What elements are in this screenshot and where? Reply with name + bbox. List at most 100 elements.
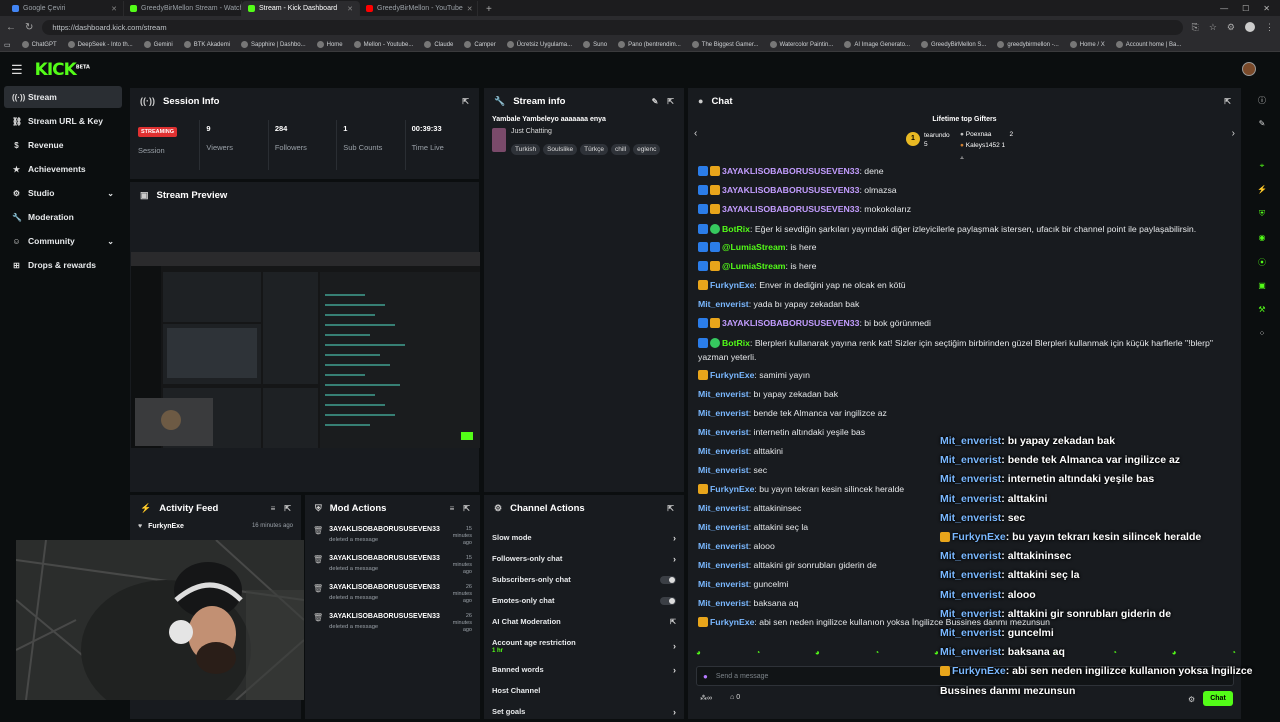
chat-username[interactable]: Mit_enverist <box>698 446 749 456</box>
extensions-icon[interactable]: ⚙ <box>1227 22 1235 33</box>
bookmark-item[interactable]: Ücretsiz Uygulama... <box>506 41 572 48</box>
menu-icon[interactable]: ⋮ <box>1265 22 1274 33</box>
sidebar-item-moderation[interactable]: 🔧 Moderation <box>4 206 122 228</box>
chat-username[interactable]: @LumiaStream <box>722 261 786 271</box>
lightning-icon[interactable]: ⚡ <box>1256 185 1268 197</box>
monitor-icon[interactable]: ▣ <box>1256 281 1268 293</box>
chat-username[interactable]: Mit_enverist <box>698 465 749 475</box>
chat-icon[interactable]: ◉ <box>1256 233 1268 245</box>
chevron-down-icon[interactable]: ⌄ <box>107 189 114 198</box>
bookmark-item[interactable]: The Biggest Gamer... <box>691 41 759 48</box>
chat-username[interactable]: FurkynExe <box>710 484 754 494</box>
bookmark-item[interactable]: Home <box>316 41 343 48</box>
popout-icon[interactable]: ⇱ <box>463 504 470 513</box>
tab-close-icon[interactable]: ✕ <box>467 5 473 13</box>
pencil-icon[interactable]: ✎ <box>1256 119 1268 131</box>
popout-icon[interactable]: ⇱ <box>284 504 291 513</box>
popout-icon[interactable]: ⇱ <box>1224 97 1231 106</box>
stream-tag[interactable]: Soulslike <box>543 144 578 155</box>
toggle-switch[interactable] <box>660 596 676 605</box>
sidebar-item-studio[interactable]: ⚙ Studio ⌄ <box>4 182 122 204</box>
chat-username[interactable]: FurkynExe <box>710 280 754 290</box>
mod-action-user[interactable]: 3AYAKLISOBABORUSUSEVEN33 <box>329 526 440 533</box>
channel-action-banned-words[interactable]: Banned words › <box>484 659 684 680</box>
stream-tag[interactable]: eglenc <box>633 144 661 155</box>
emote-icon[interactable]: ◕ <box>934 648 939 662</box>
chat-username[interactable]: FurkynExe <box>710 370 754 380</box>
sidebar-item-stream[interactable]: ((·)) Stream <box>4 86 122 108</box>
chat-username[interactable]: Mit_enverist <box>698 503 749 513</box>
bookmark-item[interactable]: Mellon - Youtube... <box>353 41 413 48</box>
popout-icon[interactable]: ⇱ <box>667 97 674 106</box>
bookmark-item[interactable]: DeepSeek - Into th... <box>67 41 133 48</box>
chat-username[interactable]: BotRix <box>722 224 750 234</box>
mod-action-user[interactable]: 3AYAKLISOBABORUSUSEVEN33 <box>329 613 440 620</box>
bookmark-item[interactable]: Gemini <box>143 41 173 48</box>
bookmark-item[interactable]: ChatGPT <box>21 41 57 48</box>
emote-icon[interactable]: ◔ <box>755 648 760 662</box>
translate-icon[interactable]: ⎘ <box>1192 22 1199 33</box>
chat-input-placeholder[interactable]: Send a message <box>716 673 769 680</box>
filter-icon[interactable]: ≡ <box>450 504 455 513</box>
wrench-icon[interactable]: ⚒ <box>1256 305 1268 317</box>
channel-action-account-age-restriction[interactable]: Account age restriction 1 hr › <box>484 632 684 659</box>
browser-tab[interactable]: Stream - Kick Dashboard ✕ <box>242 1 360 16</box>
chat-username[interactable]: Mit_enverist <box>698 408 749 418</box>
bookmark-item[interactable]: Watercolor Paintin... <box>769 41 833 48</box>
url-field[interactable]: https://dashboard.kick.com/stream <box>42 19 1183 35</box>
edit-icon[interactable]: ✎ <box>652 97 659 106</box>
close-icon[interactable]: ✕ <box>1263 4 1270 13</box>
back-icon[interactable]: ← <box>6 22 16 33</box>
chat-username[interactable]: Mit_enverist <box>698 560 749 570</box>
bookmark-item[interactable]: Home / X <box>1069 41 1105 48</box>
bookmark-item[interactable]: AI Image Generato... <box>844 41 910 48</box>
emote-icon[interactable]: ◔ <box>874 648 879 662</box>
chat-username[interactable]: FurkynExe <box>710 617 754 627</box>
mod-action-user[interactable]: 3AYAKLISOBABORUSUSEVEN33 <box>329 555 440 562</box>
channel-action-host-channel[interactable]: Host Channel <box>484 680 684 701</box>
tab-close-icon[interactable]: ✕ <box>111 5 117 13</box>
kick-logo[interactable]: KICKBETA <box>35 60 90 80</box>
browser-tab[interactable]: GreedyBirMellon - YouTube ✕ <box>360 1 478 16</box>
chat-username[interactable]: BotRix <box>722 338 750 348</box>
chat-username[interactable]: Mit_enverist <box>698 598 749 608</box>
chat-username[interactable]: Mit_enverist <box>698 427 749 437</box>
chat-username[interactable]: Mit_enverist <box>698 299 749 309</box>
browser-tab[interactable]: GreedyBirMellon Stream - Watch✕ <box>124 1 242 16</box>
maximize-icon[interactable]: ☐ <box>1242 4 1249 13</box>
sidebar-item-achievements[interactable]: ★ Achievements <box>4 158 122 180</box>
points-icon[interactable]: ⁂∞ <box>700 694 712 702</box>
channel-action-set-goals[interactable]: Set goals › <box>484 701 684 722</box>
new-tab-icon[interactable]: + <box>478 4 500 16</box>
chevron-right-icon[interactable]: › <box>673 707 676 717</box>
chat-username[interactable]: Mit_enverist <box>698 541 749 551</box>
channel-action-followers-only-chat[interactable]: Followers-only chat › <box>484 548 684 569</box>
chevron-left-icon[interactable]: ‹ <box>694 128 697 139</box>
profile-avatar[interactable] <box>1245 22 1255 32</box>
chevron-right-icon[interactable]: › <box>673 554 676 564</box>
info-icon[interactable]: ⓘ <box>1256 95 1268 107</box>
chat-username[interactable]: Mit_enverist <box>698 579 749 589</box>
emote-icon[interactable]: ◕ <box>696 648 701 662</box>
broadcast-icon[interactable]: ⦿ <box>1256 257 1268 269</box>
hamburger-menu-icon[interactable]: ☰ <box>11 62 23 78</box>
filter-icon[interactable]: ≡ <box>271 504 276 513</box>
bookmark-item[interactable]: greedybirmellon -... <box>997 41 1059 48</box>
reload-icon[interactable]: ↻ <box>25 22 33 33</box>
tab-close-icon[interactable]: ✕ <box>347 5 353 13</box>
bookmark-item[interactable]: Pano (bentrendim... <box>618 41 681 48</box>
bookmark-item[interactable]: Sapphire | Dashbo... <box>241 41 306 48</box>
chat-username[interactable]: 3AYAKLISOBABORUSUSEVEN33 <box>722 318 859 328</box>
chevron-right-icon[interactable]: › <box>673 641 676 651</box>
sidebar-item-stream-url-key[interactable]: ⛓ Stream URL & Key <box>4 110 122 132</box>
channel-action-slow-mode[interactable]: Slow mode › <box>484 527 684 548</box>
chat-username[interactable]: 3AYAKLISOBABORUSUSEVEN33 <box>722 185 859 195</box>
stream-tag[interactable]: chill <box>610 144 631 155</box>
toggle-switch[interactable] <box>660 575 676 584</box>
sidebar-item-revenue[interactable]: $ Revenue <box>4 134 122 156</box>
sidebar-item-community[interactable]: ☺ Community ⌄ <box>4 230 122 252</box>
chat-username[interactable]: 3AYAKLISOBABORUSUSEVEN33 <box>722 166 859 176</box>
chat-username[interactable]: Mit_enverist <box>698 389 749 399</box>
minimize-icon[interactable]: — <box>1220 4 1228 13</box>
chat-username[interactable]: Mit_enverist <box>698 522 749 532</box>
